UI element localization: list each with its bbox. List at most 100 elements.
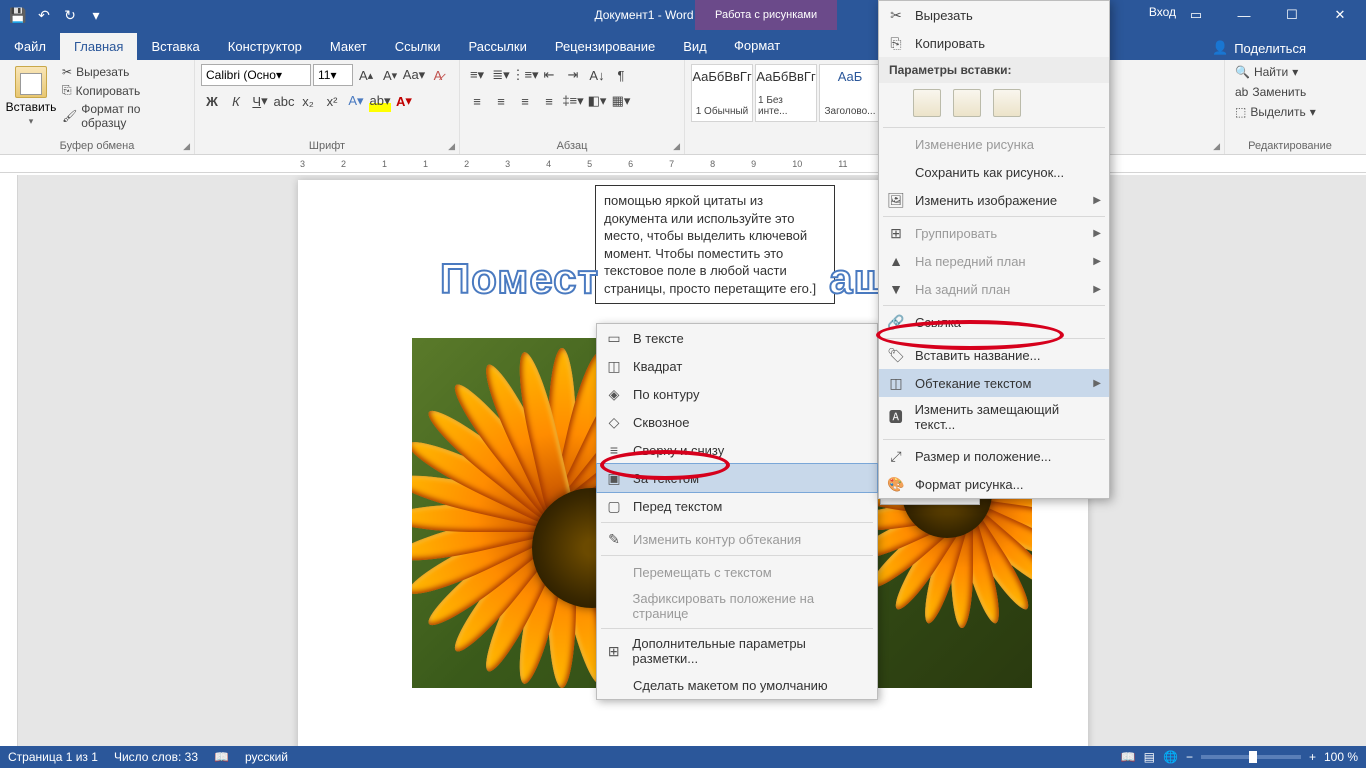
bold-icon[interactable]: Ж xyxy=(201,90,223,112)
show-marks-icon[interactable]: ¶ xyxy=(610,64,632,86)
ctx-save-as-picture[interactable]: Сохранить как рисунок... xyxy=(879,158,1109,186)
wrap-topbottom[interactable]: ≡Сверху и снизу xyxy=(597,436,877,464)
font-name-select[interactable]: Calibri (Осно ▾ xyxy=(201,64,311,86)
chevron-down-icon[interactable]: ▾ xyxy=(29,116,34,127)
paste-button[interactable]: Вставить ▾ xyxy=(6,64,56,129)
tab-file[interactable]: Файл xyxy=(0,33,60,60)
numbering-icon[interactable]: ≣▾ xyxy=(490,64,512,86)
status-page[interactable]: Страница 1 из 1 xyxy=(8,750,98,764)
close-icon[interactable]: ✕ xyxy=(1318,0,1362,30)
italic-icon[interactable]: К xyxy=(225,90,247,112)
tab-review[interactable]: Рецензирование xyxy=(541,33,669,60)
redo-icon[interactable]: ↻ xyxy=(58,3,82,27)
indent-inc-icon[interactable]: ⇥ xyxy=(562,64,584,86)
zoom-slider[interactable] xyxy=(1201,755,1301,759)
wrap-set-default[interactable]: Сделать макетом по умолчанию xyxy=(597,671,877,699)
paste-option-3-icon[interactable] xyxy=(993,89,1021,117)
font-color-icon[interactable]: A▾ xyxy=(393,90,415,112)
paste-option-2-icon[interactable] xyxy=(953,89,981,117)
maximize-icon[interactable]: ☐ xyxy=(1270,0,1314,30)
tab-home[interactable]: Главная xyxy=(60,33,137,60)
tab-format[interactable]: Формат xyxy=(720,30,794,60)
ctx-link[interactable]: 🔗Ссылка xyxy=(879,308,1109,336)
multilevel-icon[interactable]: ⋮≡▾ xyxy=(514,64,536,86)
copy-button[interactable]: ⎘Копировать xyxy=(60,82,188,99)
highlight-icon[interactable]: ab▾ xyxy=(369,90,391,112)
zoom-level[interactable]: 100 % xyxy=(1324,750,1358,764)
change-case-icon[interactable]: Aa▾ xyxy=(403,64,425,86)
wrap-through[interactable]: ◇Сквозное xyxy=(597,408,877,436)
undo-icon[interactable]: ↶ xyxy=(32,3,56,27)
ctx-insert-caption[interactable]: 🏷Вставить название... xyxy=(879,341,1109,369)
share-button[interactable]: 👤 Поделиться xyxy=(1212,40,1306,56)
status-language[interactable]: русский xyxy=(245,750,288,764)
wrap-tight[interactable]: ◈По контуру xyxy=(597,380,877,408)
bullets-icon[interactable]: ≡▾ xyxy=(466,64,488,86)
ribbon-options-icon[interactable]: ▭ xyxy=(1174,0,1218,30)
strike-icon[interactable]: abc xyxy=(273,90,295,112)
dialog-launcher-icon[interactable]: ◢ xyxy=(1213,141,1220,152)
view-read-icon[interactable]: 📖 xyxy=(1121,750,1136,764)
tab-mailings[interactable]: Рассылки xyxy=(454,33,540,60)
wrap-inline[interactable]: ▭В тексте xyxy=(597,324,877,352)
zoom-thumb[interactable] xyxy=(1249,751,1257,763)
view-web-icon[interactable]: 🌐 xyxy=(1163,750,1178,764)
qat-dropdown-icon[interactable]: ▾ xyxy=(84,3,108,27)
grow-font-icon[interactable]: A▴ xyxy=(355,64,377,86)
style-nospacing[interactable]: АаБбВвГг1 Без инте... xyxy=(755,64,817,122)
status-word-count[interactable]: Число слов: 33 xyxy=(114,750,198,764)
dialog-launcher-icon[interactable]: ◢ xyxy=(448,141,455,152)
tab-view[interactable]: Вид xyxy=(669,33,721,60)
wrap-infront[interactable]: ▢Перед текстом xyxy=(597,492,877,520)
ctx-wrap-text[interactable]: ◫Обтекание текстом▶ xyxy=(879,369,1109,397)
align-center-icon[interactable]: ≡ xyxy=(490,90,512,112)
subscript-icon[interactable]: x₂ xyxy=(297,90,319,112)
justify-icon[interactable]: ≡ xyxy=(538,90,560,112)
text-effects-icon[interactable]: A▾ xyxy=(345,90,367,112)
shrink-font-icon[interactable]: A▾ xyxy=(379,64,401,86)
ruler-vertical[interactable] xyxy=(0,175,18,746)
shading-icon[interactable]: ◧▾ xyxy=(586,90,608,112)
superscript-icon[interactable]: x² xyxy=(321,90,343,112)
ctx-format-picture[interactable]: 🎨Формат рисунка... xyxy=(879,470,1109,498)
line-spacing-icon[interactable]: ‡≡▾ xyxy=(562,90,584,112)
replace-button[interactable]: abЗаменить xyxy=(1231,84,1320,100)
ctx-change-image[interactable]: 🖼Изменить изображение▶ xyxy=(879,186,1109,214)
minimize-icon[interactable]: — xyxy=(1222,0,1266,30)
tab-layout[interactable]: Макет xyxy=(316,33,381,60)
tab-references[interactable]: Ссылки xyxy=(381,33,455,60)
zoom-in-icon[interactable]: + xyxy=(1309,750,1316,764)
wrap-square[interactable]: ◫Квадрат xyxy=(597,352,877,380)
align-right-icon[interactable]: ≡ xyxy=(514,90,536,112)
style-heading1[interactable]: АаБЗаголово... xyxy=(819,64,881,122)
indent-dec-icon[interactable]: ⇤ xyxy=(538,64,560,86)
ctx-cut[interactable]: ✂Вырезать xyxy=(879,1,1109,29)
wrap-behind[interactable]: ▣За текстом xyxy=(596,463,878,493)
clear-format-icon[interactable]: A̷ xyxy=(427,64,449,86)
ruler-horizontal[interactable]: 3 2 1 1 2 3 4 5 6 7 8 9 10 11 12 13 xyxy=(0,155,1366,173)
align-left-icon[interactable]: ≡ xyxy=(466,90,488,112)
ctx-alt-text[interactable]: 🅰Изменить замещающий текст... xyxy=(879,397,1109,437)
ctx-size-position[interactable]: ⤢Размер и положение... xyxy=(879,442,1109,470)
find-button[interactable]: 🔍Найти ▾ xyxy=(1231,64,1320,80)
view-print-icon[interactable]: ▤ xyxy=(1144,750,1155,764)
paste-option-1-icon[interactable] xyxy=(913,89,941,117)
tab-design[interactable]: Конструктор xyxy=(214,33,316,60)
select-button[interactable]: ⬚Выделить ▾ xyxy=(1231,104,1320,120)
ctx-copy[interactable]: ⎘Копировать xyxy=(879,29,1109,57)
sort-icon[interactable]: A↓ xyxy=(586,64,608,86)
dialog-launcher-icon[interactable]: ◢ xyxy=(183,141,190,152)
tab-insert[interactable]: Вставка xyxy=(137,33,213,60)
save-icon[interactable]: 💾 xyxy=(6,3,30,27)
status-proofing-icon[interactable]: 📖 xyxy=(214,750,229,764)
cut-button[interactable]: ✂Вырезать xyxy=(60,64,188,80)
wrap-more-options[interactable]: ⊞Дополнительные параметры разметки... xyxy=(597,631,877,671)
login-link[interactable]: Вход xyxy=(1149,5,1176,19)
font-size-select[interactable]: 11 ▾ xyxy=(313,64,353,86)
underline-icon[interactable]: Ч▾ xyxy=(249,90,271,112)
zoom-out-icon[interactable]: − xyxy=(1186,750,1193,764)
dialog-launcher-icon[interactable]: ◢ xyxy=(673,141,680,152)
borders-icon[interactable]: ▦▾ xyxy=(610,90,632,112)
format-painter-button[interactable]: 🖌Формат по образцу xyxy=(60,101,188,131)
style-normal[interactable]: АаБбВвГг1 Обычный xyxy=(691,64,753,122)
